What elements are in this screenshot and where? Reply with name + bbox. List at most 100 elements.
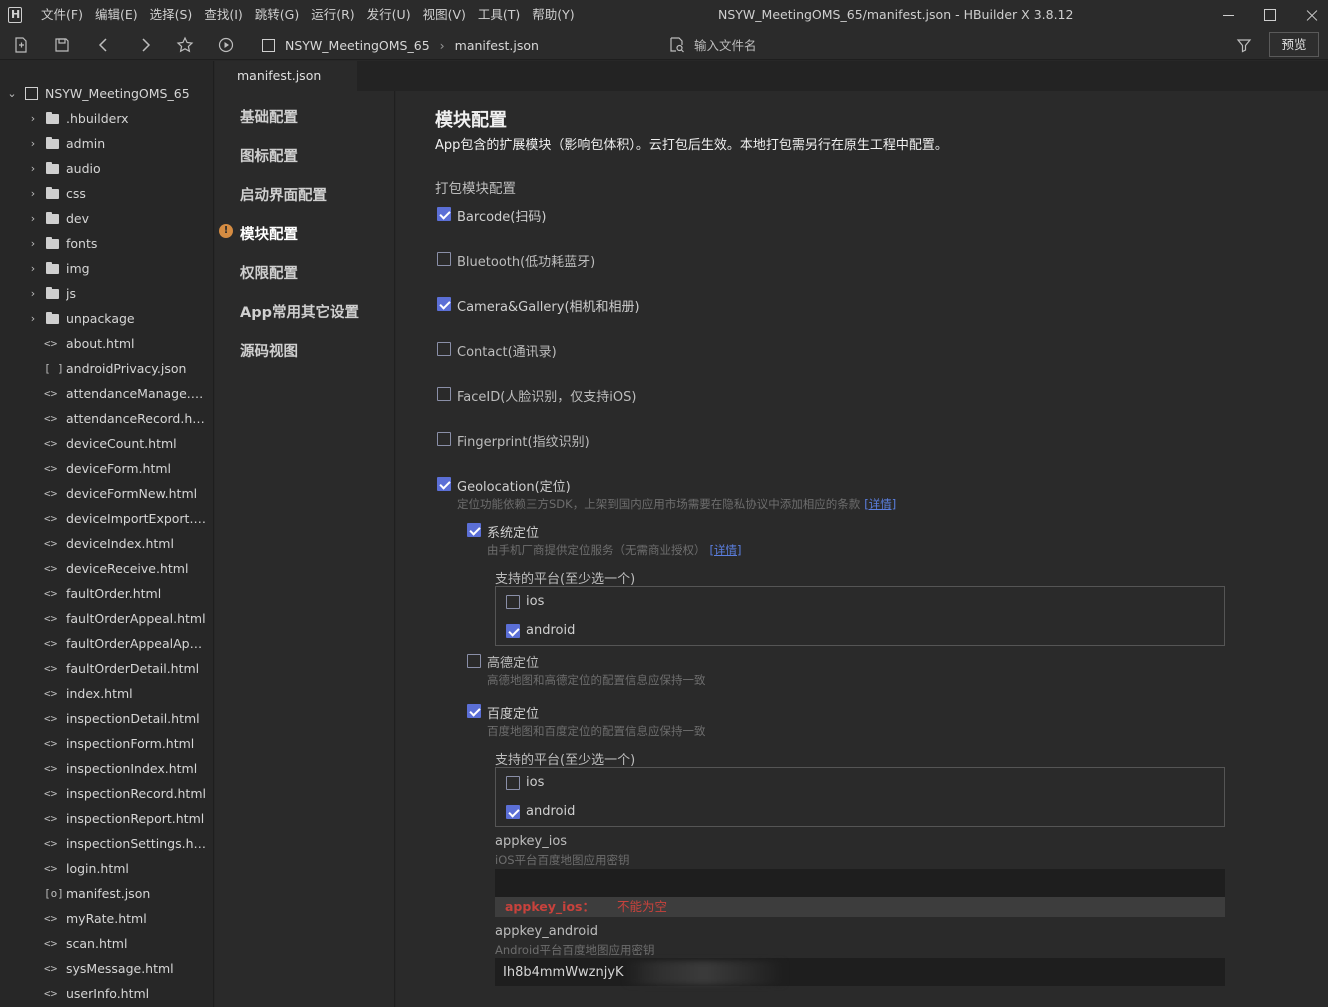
minimize-button[interactable] (1208, 0, 1248, 30)
tree-project-root[interactable]: ⌄ NSYW_MeetingOMS_65 (0, 81, 213, 106)
tree-file[interactable]: <> deviceFormNew.html (0, 481, 213, 506)
menu-tools[interactable]: 工具(T) (472, 0, 526, 30)
tree-folder[interactable]: › .hbuilderx (0, 106, 213, 131)
tree-file-label: manifest.json (66, 886, 151, 901)
file-type-icon: [o] (44, 887, 64, 900)
system-android-checkbox[interactable] (506, 624, 520, 638)
system-location-checkbox[interactable] (467, 523, 481, 537)
platform-heading: 支持的平台(至少选一个) (495, 572, 636, 587)
nav-icon-config[interactable]: 图标配置 (240, 145, 298, 166)
module-label: FaceID(人脸识别，仅支持iOS) (457, 390, 637, 405)
tree-folder[interactable]: › css (0, 181, 213, 206)
chevron-down-icon: ⌄ (7, 87, 17, 100)
filter-icon[interactable] (1235, 36, 1253, 54)
tree-file[interactable]: <> deviceCount.html (0, 431, 213, 456)
tree-folder[interactable]: › fonts (0, 231, 213, 256)
tree-file[interactable]: <> inspectionReport.html (0, 806, 213, 831)
tree-file[interactable]: <> faultOrderDetail.html (0, 656, 213, 681)
menu-find[interactable]: 查找(I) (198, 0, 248, 30)
tree-file[interactable]: <> index.html (0, 681, 213, 706)
tree-file[interactable]: <> inspectionSettings.html (0, 831, 213, 856)
save-icon[interactable] (53, 36, 71, 54)
tree-folder[interactable]: › admin (0, 131, 213, 156)
tree-file-label: inspectionForm.html (66, 736, 195, 751)
tree-folder[interactable]: › unpackage (0, 306, 213, 331)
menu-select[interactable]: 选择(S) (144, 0, 199, 30)
module-checkbox[interactable] (437, 252, 451, 266)
amap-location-checkbox[interactable] (467, 654, 481, 668)
breadcrumb-file[interactable]: manifest.json (455, 38, 539, 53)
appkey-android-input[interactable] (495, 958, 1225, 986)
baidu-ios-checkbox[interactable] (506, 776, 520, 790)
back-arrow-icon[interactable] (95, 36, 113, 54)
tree-file[interactable]: <> userInfo.html (0, 981, 213, 1006)
module-checkbox[interactable] (437, 432, 451, 446)
tree-file[interactable]: <> inspectionDetail.html (0, 706, 213, 731)
nav-splash-config[interactable]: 启动界面配置 (240, 184, 327, 205)
close-window-button[interactable] (1292, 0, 1328, 30)
new-file-icon[interactable] (12, 36, 30, 54)
menu-goto[interactable]: 跳转(G) (249, 0, 305, 30)
forward-arrow-icon[interactable] (136, 36, 154, 54)
menu-file[interactable]: 文件(F) (35, 0, 89, 30)
tree-file[interactable]: <> deviceIndex.html (0, 531, 213, 556)
tree-file[interactable]: [ ] androidPrivacy.json (0, 356, 213, 381)
details-link[interactable]: [详情] (864, 497, 896, 511)
module-checkbox[interactable] (437, 207, 451, 221)
tree-file-label: deviceCount.html (66, 436, 177, 451)
module-checkbox[interactable] (437, 342, 451, 356)
tree-file[interactable]: <> attendanceRecord.html (0, 406, 213, 431)
tree-file[interactable]: <> deviceReceive.html (0, 556, 213, 581)
tree-file[interactable]: <> myRate.html (0, 906, 213, 931)
run-icon[interactable] (217, 36, 235, 54)
tree-file[interactable]: <> about.html (0, 331, 213, 356)
appkey-ios-input[interactable] (495, 869, 1225, 897)
menu-view[interactable]: 视图(V) (417, 0, 472, 30)
tree-file[interactable]: <> scan.html (0, 931, 213, 956)
tree-file[interactable]: <> inspectionIndex.html (0, 756, 213, 781)
tree-file[interactable]: <> sysMessage.html (0, 956, 213, 981)
tree-file[interactable]: <> inspectionRecord.html (0, 781, 213, 806)
tree-file[interactable]: <> login.html (0, 856, 213, 881)
tree-file[interactable]: [o] manifest.json (0, 881, 213, 906)
nav-module-config[interactable]: 模块配置 (240, 223, 298, 244)
nav-source-view[interactable]: 源码视图 (240, 340, 298, 361)
hbuilder-logo-icon (8, 7, 22, 23)
tree-folder[interactable]: › dev (0, 206, 213, 231)
tree-file-label: login.html (66, 861, 129, 876)
tree-file[interactable]: <> faultOrderAppeal.html (0, 606, 213, 631)
file-search-input[interactable] (694, 37, 1174, 53)
tab-manifest-json[interactable]: manifest.json (215, 61, 357, 91)
breadcrumb-project[interactable]: NSYW_MeetingOMS_65 (285, 38, 430, 53)
tree-file[interactable]: <> attendanceManage.html (0, 381, 213, 406)
module-label: Barcode(扫码) (457, 210, 547, 225)
preview-button[interactable]: 预览 (1269, 32, 1319, 57)
file-type-icon: <> (44, 337, 58, 350)
star-icon[interactable] (176, 36, 194, 54)
tree-file[interactable]: <> inspectionForm.html (0, 731, 213, 756)
menu-edit[interactable]: 编辑(E) (89, 0, 144, 30)
platform-heading-2: 支持的平台(至少选一个) (495, 753, 636, 768)
tree-file-label: myRate.html (66, 911, 147, 926)
tree-file[interactable]: <> faultOrder.html (0, 581, 213, 606)
nav-permission-config[interactable]: 权限配置 (240, 262, 298, 283)
module-checkbox[interactable] (437, 387, 451, 401)
module-checkbox[interactable] (437, 297, 451, 311)
menu-run[interactable]: 运行(R) (305, 0, 360, 30)
details-link-2[interactable]: [详情] (710, 543, 742, 557)
baidu-location-checkbox[interactable] (467, 704, 481, 718)
tree-folder[interactable]: › js (0, 281, 213, 306)
module-checkbox[interactable] (437, 477, 451, 491)
nav-other-settings[interactable]: App常用其它设置 (240, 301, 359, 322)
menu-publish[interactable]: 发行(U) (361, 0, 417, 30)
maximize-button[interactable] (1250, 0, 1290, 30)
tree-file[interactable]: <> faultOrderAppealAppl... (0, 631, 213, 656)
baidu-android-checkbox[interactable] (506, 805, 520, 819)
system-ios-checkbox[interactable] (506, 595, 520, 609)
tree-file[interactable]: <> deviceImportExport.ht... (0, 506, 213, 531)
tree-folder[interactable]: › audio (0, 156, 213, 181)
tree-file[interactable]: <> deviceForm.html (0, 456, 213, 481)
tree-folder[interactable]: › img (0, 256, 213, 281)
nav-basic-config[interactable]: 基础配置 (240, 106, 298, 127)
menu-help[interactable]: 帮助(Y) (526, 0, 580, 30)
